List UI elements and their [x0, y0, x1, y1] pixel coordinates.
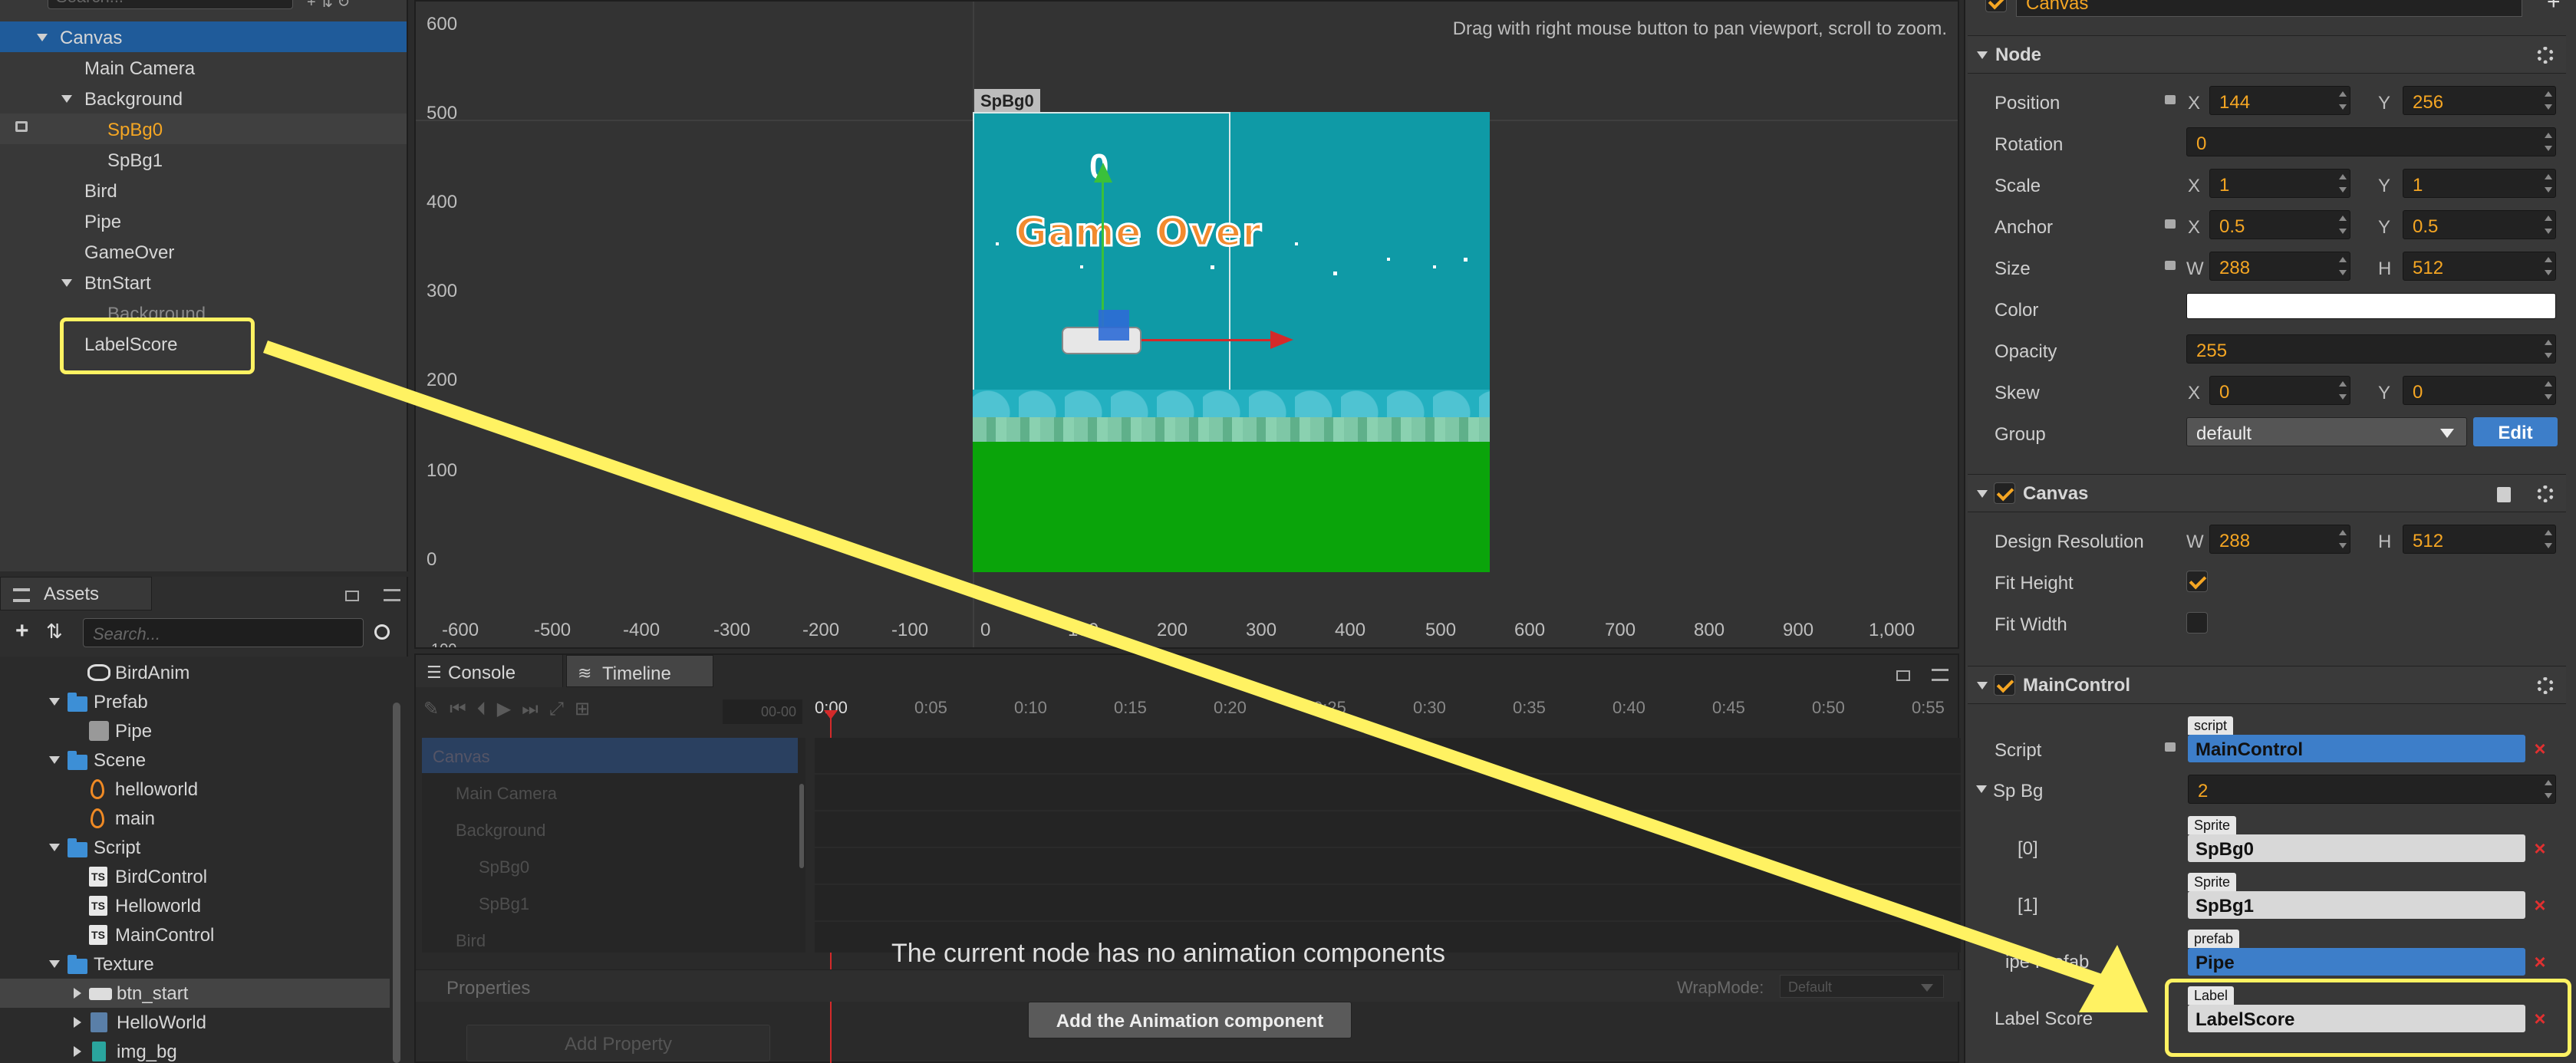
annotation-arrow [263, 341, 2148, 1012]
